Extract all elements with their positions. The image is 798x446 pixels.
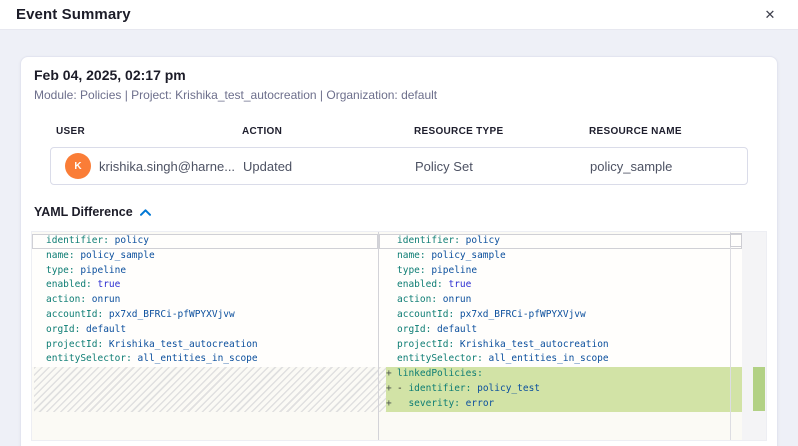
code-line: enabled: true — [379, 278, 742, 293]
resource-type-value: Policy Set — [415, 159, 590, 174]
event-meta: Module: Policies | Project: Krishika_tes… — [34, 88, 764, 102]
diff-placeholder-hatch — [34, 367, 378, 411]
code-line: identifier: policy — [379, 234, 742, 249]
close-icon[interactable]: ✕ — [760, 5, 780, 25]
code-line: + severity: error — [379, 397, 742, 412]
column-header-action: ACTION — [242, 126, 414, 137]
chevron-up-icon — [140, 209, 151, 216]
diff-pane-modified[interactable]: identifier: policyname: policy_sampletyp… — [379, 232, 742, 440]
column-header-resource-name: RESOURCE NAME — [589, 126, 764, 137]
code-line: enabled: true — [32, 278, 378, 293]
page-title: Event Summary — [16, 6, 131, 23]
code-line: accountId: px7xd_BFRCi-pfWPYXVjvw — [32, 308, 378, 323]
column-header-user: USER — [56, 126, 242, 137]
code-line: type: pipeline — [32, 264, 378, 279]
code-line: entitySelector: all_entities_in_scope — [32, 352, 378, 367]
collapse-toggle[interactable] — [140, 209, 151, 216]
event-card: Feb 04, 2025, 02:17 pm Module: Policies … — [20, 56, 778, 446]
diff-added-marker: + — [386, 397, 392, 412]
added-lines-ruler-mark — [753, 367, 765, 411]
code-line: +linkedPolicies: — [379, 367, 742, 382]
diff-pane-original[interactable]: identifier: policyname: policy_sampletyp… — [32, 232, 378, 440]
code-line: type: pipeline — [379, 264, 742, 279]
diff-pane-separator — [378, 232, 379, 440]
code-line: orgId: default — [32, 323, 378, 338]
column-header-resource-type: RESOURCE TYPE — [414, 126, 589, 137]
scrollbar-thumb[interactable] — [730, 233, 742, 247]
modal-body: Feb 04, 2025, 02:17 pm Module: Policies … — [0, 30, 798, 446]
event-summary-modal: Event Summary ✕ Feb 04, 2025, 02:17 pm M… — [0, 0, 798, 446]
code-line: name: policy_sample — [32, 249, 378, 264]
action-value: Updated — [243, 159, 415, 174]
user-email: krishika.singh@harne... — [99, 159, 235, 174]
code-line: accountId: px7xd_BFRCi-pfWPYXVjvw — [379, 308, 742, 323]
scrollbar-track — [730, 232, 731, 440]
table-header: USER ACTION RESOURCE TYPE RESOURCE NAME — [34, 126, 764, 137]
code-line: +- identifier: policy_test — [379, 382, 742, 397]
yaml-difference-header: YAML Difference — [34, 205, 764, 219]
code-line: name: policy_sample — [379, 249, 742, 264]
code-line: identifier: policy — [32, 234, 378, 249]
user-cell: K krishika.singh@harne... — [65, 153, 243, 179]
modal-header: Event Summary ✕ — [0, 0, 798, 30]
diff-added-marker: + — [386, 382, 392, 397]
resource-name-value: policy_sample — [590, 159, 747, 174]
event-timestamp: Feb 04, 2025, 02:17 pm — [34, 67, 764, 83]
table-row: K krishika.singh@harne... Updated Policy… — [50, 147, 748, 185]
diff-added-marker: + — [386, 367, 392, 382]
code-line: action: onrun — [379, 293, 742, 308]
code-line: projectId: Krishika_test_autocreation — [379, 338, 742, 353]
code-line: projectId: Krishika_test_autocreation — [32, 338, 378, 353]
diff-overview-ruler — [742, 232, 766, 440]
yaml-difference-label: YAML Difference — [34, 205, 133, 219]
code-line: action: onrun — [32, 293, 378, 308]
yaml-diff-viewer: identifier: policyname: policy_sampletyp… — [32, 232, 766, 440]
code-line: orgId: default — [379, 323, 742, 338]
code-line: entitySelector: all_entities_in_scope — [379, 352, 742, 367]
avatar: K — [65, 153, 91, 179]
